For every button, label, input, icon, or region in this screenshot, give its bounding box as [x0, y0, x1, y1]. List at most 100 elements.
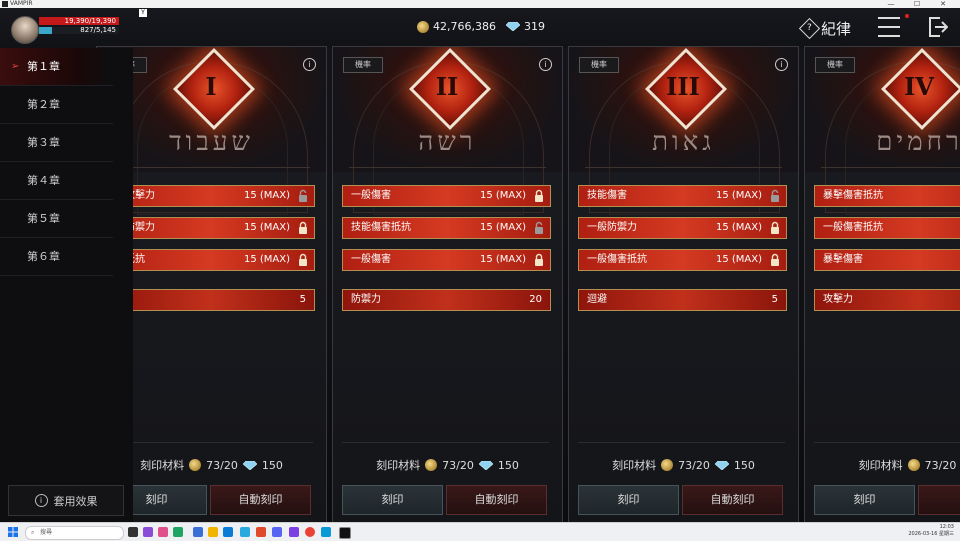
auto-imprint-button[interactable]: 自動刻印	[446, 485, 547, 515]
stat-row[interactable]: 一般傷害抵抗15	[814, 217, 960, 239]
lock-icon[interactable]	[770, 221, 780, 234]
stat-value: 15 (MAX)	[715, 222, 762, 233]
stat-row[interactable]: 迴避 5	[578, 289, 787, 311]
chapter-item[interactable]: 第５章	[0, 200, 113, 238]
task-view-icon[interactable]	[128, 527, 138, 537]
app-icon[interactable]	[240, 527, 250, 537]
game-taskbar-icon[interactable]	[339, 527, 351, 539]
stat-value: 15 (MAX)	[479, 222, 526, 233]
info-icon[interactable]: i	[539, 58, 552, 71]
materials-row: 刻印材料 73/20 150	[333, 457, 562, 473]
stat-row[interactable]: 害抵抗15 (MAX)	[106, 249, 315, 271]
maximize-button[interactable]: ☐	[904, 0, 930, 8]
unlock-icon[interactable]	[298, 189, 308, 202]
stat-value: 15 (MAX)	[243, 254, 290, 265]
app-icon[interactable]	[272, 527, 282, 537]
auto-imprint-button[interactable]	[918, 485, 960, 515]
imprint-card: 機率 i II רשה 一般傷害 15 (MAX) 技能傷害抵抗 15 (MAX) 一般傷害 15…	[332, 46, 563, 522]
stat-row[interactable]: 暴擊傷害抵抗15	[814, 185, 960, 207]
app-icon[interactable]	[289, 527, 299, 537]
divider	[106, 442, 313, 443]
imprint-button[interactable]: 刻印	[814, 485, 915, 515]
windows-start-icon[interactable]	[8, 527, 18, 537]
gold-display[interactable]: 42,766,386	[417, 20, 496, 33]
imprint-card: 機率iIVרחמים暴擊傷害抵抗15一般傷害抵抗15暴擊傷害15攻擊力刻印材料7…	[804, 46, 960, 522]
app-icon[interactable]	[321, 527, 331, 537]
info-icon: i	[34, 494, 48, 507]
stat-row[interactable]: 般防禦力 15 (MAX)	[106, 217, 315, 239]
stat-row[interactable]: 攻擊力	[814, 289, 960, 311]
lock-icon[interactable]	[534, 253, 544, 266]
gem-cost: 150	[497, 458, 519, 472]
material-coin-icon	[661, 459, 674, 471]
gem-cost: 150	[261, 458, 283, 472]
auto-imprint-button[interactable]: 自動刻印	[210, 485, 311, 515]
chance-button[interactable]: 機率	[815, 57, 855, 73]
chapter-item[interactable]: 第２章	[0, 86, 113, 124]
stat-value: 20	[529, 294, 542, 305]
app-icon[interactable]	[143, 527, 153, 537]
stat-row[interactable]: 一般傷害抵抗 15 (MAX)	[578, 249, 787, 271]
lock-icon[interactable]	[298, 221, 308, 234]
chapter-item[interactable]: 第４章	[0, 162, 113, 200]
stat-value: 15 (MAX)	[243, 190, 290, 201]
taskbar-search[interactable]: ⌕ 搜尋	[25, 526, 124, 540]
app-icon[interactable]	[193, 527, 203, 537]
stat-row[interactable]: 防禦力 20	[342, 289, 551, 311]
unlock-icon[interactable]	[770, 189, 780, 202]
stat-row[interactable]: 一般傷害 15 (MAX)	[342, 249, 551, 271]
imprint-button[interactable]: 刻印	[578, 485, 679, 515]
auto-imprint-button[interactable]: 自動刻印	[682, 485, 783, 515]
apply-effects-button[interactable]: i 套用效果	[8, 485, 124, 516]
chapter-item[interactable]: ➢ 第１章	[0, 48, 113, 86]
divider	[585, 167, 782, 168]
app-icon[interactable]	[223, 527, 233, 537]
chapter-item[interactable]: 第６章	[0, 238, 113, 276]
material-coin-icon	[189, 459, 202, 471]
stat-name: 技能傷害	[587, 190, 627, 201]
divider	[342, 442, 549, 443]
sigil-numeral: I	[205, 72, 217, 101]
info-icon[interactable]: i	[303, 58, 316, 71]
materials-count: 73/20	[924, 458, 957, 472]
mp-text: 827/5,145	[80, 26, 116, 34]
imprint-card: 機率 i III גאות 技能傷害 15 (MAX) 一般防禦力 15 (MAX) 一般傷害抵…	[568, 46, 799, 522]
lock-icon[interactable]	[534, 189, 544, 202]
menu-icon[interactable]	[878, 17, 900, 37]
stat-name: 暴擊傷害	[823, 254, 863, 265]
minimize-button[interactable]: —	[878, 0, 904, 8]
lock-icon[interactable]	[298, 253, 308, 266]
stat-name: 暴擊傷害抵抗	[823, 190, 883, 201]
stat-row[interactable]: 一般傷害 15 (MAX)	[342, 185, 551, 207]
gem-display[interactable]: 319	[506, 20, 545, 33]
stat-value: 15 (MAX)	[479, 190, 526, 201]
chapter-item[interactable]: 第３章	[0, 124, 113, 162]
stat-row[interactable]: 一般防禦力 15 (MAX)	[578, 217, 787, 239]
diamond-gem-icon	[478, 460, 493, 470]
stat-row[interactable]: 技能傷害 15 (MAX)	[578, 185, 787, 207]
exit-icon[interactable]	[928, 16, 948, 38]
info-icon[interactable]: i	[775, 58, 788, 71]
chrome-icon[interactable]	[305, 527, 315, 537]
imprint-button[interactable]: 刻印	[342, 485, 443, 515]
stat-name: 一般傷害	[351, 190, 391, 201]
os-taskbar: ⌕ 搜尋 12:03 2026-03-16 星期三	[0, 522, 960, 541]
app-icon[interactable]	[158, 527, 168, 537]
folder-icon[interactable]	[208, 527, 218, 537]
unlock-icon[interactable]	[534, 221, 544, 234]
avatar[interactable]	[11, 16, 39, 44]
rules-button[interactable]: ? 紀律	[798, 17, 851, 40]
stat-name: 一般防禦力	[587, 222, 637, 233]
chapter-label: 第４章	[27, 174, 60, 187]
chance-button[interactable]: 機率	[343, 57, 383, 73]
lock-icon[interactable]	[770, 253, 780, 266]
stat-row[interactable]: 般攻擊力 15 (MAX)	[106, 185, 315, 207]
app-icon[interactable]	[173, 527, 183, 537]
chance-button[interactable]: 機率	[579, 57, 619, 73]
stat-row[interactable]: 5	[106, 289, 315, 311]
app-icon[interactable]	[256, 527, 266, 537]
close-button[interactable]: ✕	[930, 0, 956, 8]
stat-row[interactable]: 技能傷害抵抗 15 (MAX)	[342, 217, 551, 239]
window-titlebar: VAMPIR — ☐ ✕	[0, 0, 960, 8]
stat-row[interactable]: 暴擊傷害15	[814, 249, 960, 271]
